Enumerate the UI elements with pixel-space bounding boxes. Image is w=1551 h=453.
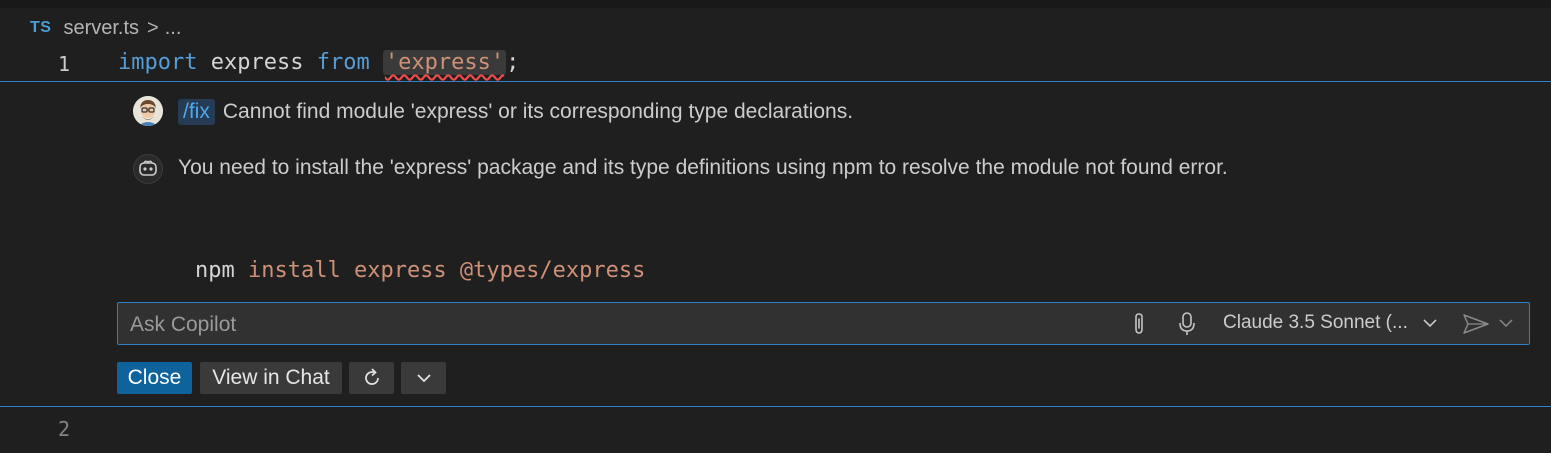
chevron-down-icon[interactable]: [1421, 311, 1439, 340]
refresh-icon[interactable]: [349, 362, 394, 394]
model-picker[interactable]: Claude 3.5 Sonnet (...: [1223, 312, 1408, 334]
code-block[interactable]: npm install express @types/express: [195, 258, 645, 283]
user-avatar: [133, 96, 163, 126]
view-in-chat-button[interactable]: View in Chat: [200, 362, 342, 394]
inline-chat-top-border: [0, 81, 1551, 82]
chevron-down-icon[interactable]: [401, 362, 446, 394]
slash-command-fix: /fix: [178, 99, 215, 125]
breadcrumb-separator-icon: >: [147, 16, 159, 39]
send-icon[interactable]: [1461, 311, 1491, 342]
close-button[interactable]: Close: [117, 362, 192, 394]
editor-tab-strip: [0, 0, 1551, 8]
copilot-response: You need to install the 'express' packag…: [178, 156, 1228, 179]
user-message: /fix Cannot find module 'express' or its…: [178, 96, 853, 128]
microphone-icon[interactable]: [1174, 311, 1200, 337]
typescript-file-icon: TS: [30, 19, 52, 36]
ask-copilot-input[interactable]: [128, 303, 1112, 346]
keyword-from: from: [316, 50, 370, 75]
paperclip-icon[interactable]: [1126, 311, 1152, 337]
line-number: 1: [57, 52, 70, 76]
semicolon: ;: [506, 50, 520, 75]
line-number: 2: [57, 417, 70, 441]
ask-copilot-box: Claude 3.5 Sonnet (...: [117, 302, 1530, 346]
copilot-icon: [133, 154, 163, 184]
breadcrumb-symbols[interactable]: ...: [165, 17, 182, 40]
send-options-chevron-icon[interactable]: [1498, 313, 1514, 338]
breadcrumb: TS server.ts > ...: [30, 14, 181, 42]
code-arguments: install express @types/express: [248, 258, 646, 283]
code-command: npm: [195, 258, 235, 283]
code-line-1[interactable]: import express from 'express';: [118, 50, 519, 75]
breadcrumb-file[interactable]: server.ts: [63, 17, 139, 40]
user-message-text: Cannot find module 'express' or its corr…: [222, 100, 854, 123]
keyword-import: import: [118, 50, 198, 75]
module-string-error[interactable]: 'express': [382, 50, 507, 75]
identifier-express: express: [210, 50, 304, 75]
inline-chat-bottom-border: [0, 406, 1551, 407]
